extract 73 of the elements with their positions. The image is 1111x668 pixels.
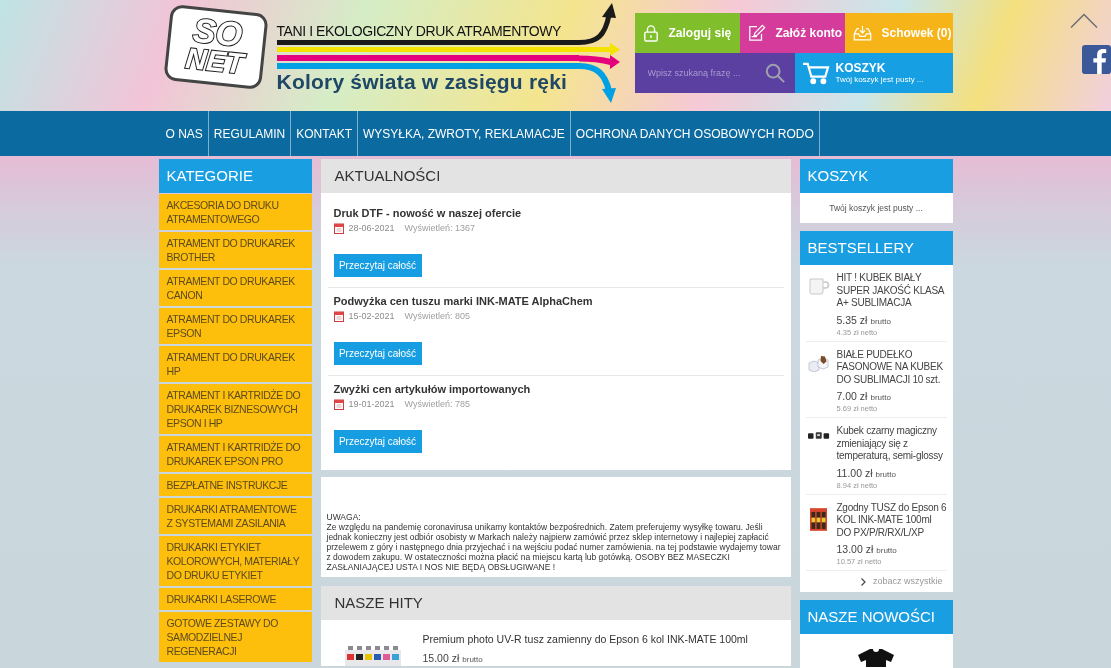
gross-price: 15.00 zł — [422, 652, 460, 665]
search-button[interactable] — [762, 53, 795, 93]
cart-icon — [801, 61, 830, 85]
read-more-button[interactable]: Przeczytaj całość — [333, 430, 422, 453]
see-all-link[interactable]: zobacz wszystkie — [860, 574, 943, 589]
tagline: TANI I EKOLOGICZNY DRUK ATRAMENTOWY — [276, 23, 563, 39]
news-date: 28-06-2021 — [348, 223, 395, 234]
facebook-icon[interactable] — [1082, 45, 1111, 74]
category-link[interactable]: ATRAMENT DO DRUKAREK BROTHER — [158, 232, 312, 268]
product-name[interactable]: Zgodny TUSZ do Epson 6 KOL INK-MATE 100ml DO PX/P/R/RX/L/XP — [836, 501, 947, 539]
cart-button[interactable]: KOSZYK Twój koszyk jest pusty ... — [794, 53, 953, 93]
sidebar-heading: NASZE NOWOŚCI — [799, 600, 953, 634]
news-title[interactable]: Druk DTF - nowość w naszej ofercie — [333, 206, 522, 220]
category-link[interactable]: ATRAMENT DO DRUKAREK EPSON — [158, 308, 312, 344]
sidebar-heading: BESTSELLERY — [799, 231, 953, 265]
product-name[interactable]: HIT ! KUBEK BIAŁY SUPER JAKOŚĆ KLASA A+ SUBLIMACJA — [836, 272, 947, 310]
notice-heading: UWAGA: — [326, 512, 362, 522]
price-label: brutto — [462, 654, 483, 666]
price-label: brutto — [870, 392, 891, 404]
category-link[interactable]: ATRAMENT DO DRUKAREK HP — [158, 346, 312, 382]
ink-bottles-image — [344, 646, 401, 666]
product-name[interactable]: Premium photo UV-R tusz zamienny do Epson 6 kol INK-MATE 100ml — [422, 632, 748, 646]
read-more-button[interactable]: Przeczytaj całość — [333, 342, 422, 365]
gross-price: 5.35 zł — [836, 313, 868, 327]
price-label: brutto — [876, 545, 897, 557]
pencil-note-icon — [747, 24, 766, 42]
category-link[interactable]: DRUKARKI LASEROWE — [158, 588, 312, 610]
padlock-icon — [642, 24, 659, 42]
category-link[interactable]: DRUKARKI ATRAMENTOWE Z SYSTEMAMI ZASILANIA — [158, 498, 312, 534]
mugs-image — [807, 431, 830, 440]
view-count: Wyświetleń: 1367 — [404, 223, 475, 234]
sidebar-heading: KOSZYK — [799, 159, 953, 193]
search-field[interactable]: Wpisz szukaną frazę ... — [634, 53, 763, 93]
price-label: brutto — [870, 315, 891, 328]
search-icon — [764, 63, 785, 83]
calendar-icon — [333, 311, 344, 322]
product-name[interactable]: Kubek czarny magiczny zmieniający się z temperaturą, semi-glossy — [836, 425, 947, 463]
register-button[interactable]: Załóż konto — [739, 13, 845, 53]
gross-price: 7.00 zł — [836, 390, 868, 403]
news-date: 19-01-2021 — [348, 399, 395, 410]
news-date: 15-02-2021 — [348, 311, 395, 322]
panel-heading: NASZE HITY — [320, 586, 791, 620]
panel-heading: AKTUALNOŚCI — [320, 159, 791, 193]
sidebar-heading: KATEGORIE — [158, 159, 312, 193]
price-label: brutto — [875, 468, 896, 481]
gross-price: 13.00 zł — [836, 543, 874, 556]
mug-image — [807, 278, 830, 295]
gross-price: 11.00 zł — [836, 466, 873, 480]
tray-icon — [852, 25, 872, 41]
boxes-image — [807, 354, 830, 372]
category-link[interactable]: BEZPŁATNE INSTRUKCJE — [158, 474, 312, 496]
category-link[interactable]: ATRAMENT DO DRUKAREK CANON — [158, 270, 312, 306]
notice-text: Ze względu na pandemię coronavirusa unikamy kontaktów bezpośrednich. Zatem preferujemy wysyłkę towaru. Jeśli jednak konieczny jest odbiór osobisty w Markach należy najpierw zamówić przez sklep internetowy i najlepiej zapłacić przelewem z góry i następnego dnia przyjechać i na wejściu podać numer zamówienia. na tej podstawie wydajemy towar z dowodem zakupu. W ostateczności można płacić na miejscu kartą lub gotówką. OSOBY BEZ MASECZKI ZASŁANIAJĄCEJ USTA I NOS NIE BĘDĄ OBSŁUGIWANE ! — [326, 522, 782, 572]
view-count: Wyświetleń: 805 — [404, 311, 470, 322]
category-link[interactable]: DRUKARKI ETYKIET KOLOROWYCH, MATERIAŁY DO DRUKU ETYKIET — [158, 536, 312, 586]
read-more-button[interactable]: Przeczytaj całość — [333, 254, 422, 277]
logo[interactable]: SO NET — [162, 4, 269, 90]
chevron-right-icon — [860, 577, 866, 586]
calendar-icon — [333, 399, 344, 410]
category-link[interactable]: ATRAMENT I KARTRIDŻE DO DRUKAREK EPSON PRO — [158, 436, 312, 472]
category-link[interactable]: GOTOWE ZESTAWY DO SAMODZIELNEJ REGENERACJI — [158, 612, 312, 662]
ink-bottles-image — [810, 507, 827, 531]
chevron-up-icon[interactable] — [1070, 13, 1098, 28]
category-link[interactable]: ATRAMENT I KARTRIDŻE DO DRUKAREK BIZNESOWYCH EPSON I HP — [158, 384, 312, 434]
t-shirt-image — [858, 649, 894, 667]
slogan: Kolory świata w zasięgu ręki — [276, 71, 569, 93]
cart-status: Twój koszyk jest pusty ... — [829, 201, 923, 215]
news-title[interactable]: Podwyżka cen tuszu marki INK-MATE AlphaChem — [333, 294, 593, 308]
category-link[interactable]: AKCESORIA DO DRUKU ATRAMENTOWEGO — [158, 194, 312, 230]
calendar-icon — [333, 223, 344, 234]
view-count: Wyświetleń: 785 — [404, 399, 470, 410]
news-title[interactable]: Zwyżki cen artykułów importowanych — [333, 382, 531, 396]
product-name[interactable]: BIAŁE PUDEŁKO FASONOWE NA KUBEK DO SUBLIMACJI 10 szt. — [836, 348, 947, 386]
